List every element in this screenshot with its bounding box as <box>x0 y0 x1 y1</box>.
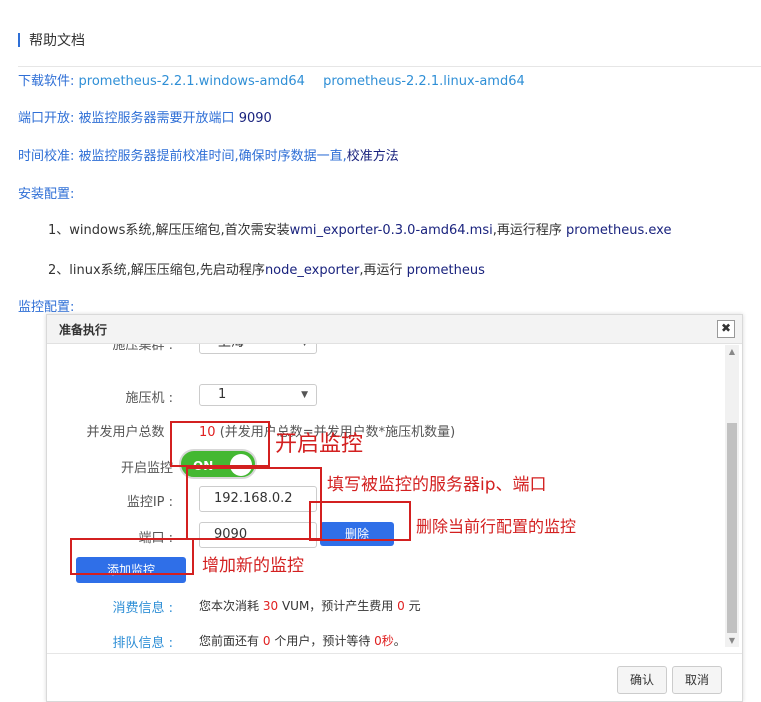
port-line: 端口开放: 被监控服务器需要开放端口 9090 <box>18 107 272 126</box>
download-line: 下载软件: prometheus-2.2.1.windows-amd64 pro… <box>18 70 525 89</box>
prometheus-link[interactable]: prometheus <box>402 263 485 278</box>
scroll-up-icon[interactable]: ▲ <box>728 348 736 356</box>
step2-mid: ,再运行 <box>359 263 403 278</box>
step2-prefix: 2、linux系统,解压压缩包,先启动程序 <box>48 263 265 278</box>
queue-info-text: 您前面还有 0 个用户，预计等待 0秒。 <box>199 632 406 649</box>
cluster-label: 施压集群 : <box>112 344 173 353</box>
dialog-header: 准备执行 ✖ <box>47 315 742 344</box>
prometheus-exe-link[interactable]: prometheus.exe <box>562 223 671 238</box>
time-sync-label: 时间校准: <box>18 149 75 164</box>
cost-info-text: 您本次消耗 30 VUM，预计产生费用 0 元 <box>199 597 421 614</box>
confirm-button[interactable]: 确认 <box>617 666 667 694</box>
queue-prefix: 您前面还有 <box>199 634 260 648</box>
cost-info-label: 消费信息 : <box>112 601 173 616</box>
scrollbar-thumb[interactable] <box>727 423 737 633</box>
queue-mid: 个用户，预计等待 <box>274 634 371 648</box>
annotation-enable-monitor: 开启监控 <box>275 432 364 457</box>
cost-suffix: 元 <box>408 599 421 613</box>
monitor-config-label: 监控配置: <box>18 300 75 315</box>
cancel-button[interactable]: 取消 <box>672 666 722 694</box>
windows-download-link[interactable]: prometheus-2.2.1.windows-amd64 <box>79 74 305 89</box>
queue-wait: 0秒 <box>374 634 394 648</box>
scroll-down-icon[interactable]: ▼ <box>728 637 736 645</box>
cluster-select-value: 上海 <box>218 344 244 350</box>
annotation-fill-ip-port: 填写被监控的服务器ip、端口 <box>327 475 547 495</box>
chevron-down-icon: ▼ <box>301 344 308 353</box>
port-label: 端口开放: <box>18 111 75 126</box>
monitor-ip-label: 监控IP : <box>126 495 173 510</box>
cost-fee: 0 <box>397 599 405 613</box>
cost-mid: VUM，预计产生费用 <box>281 599 394 613</box>
machine-select[interactable]: 1 ▼ <box>199 384 317 406</box>
port-text: 被监控服务器需要开放端口 <box>78 111 235 126</box>
download-label: 下载软件: <box>18 74 75 89</box>
linux-download-link[interactable]: prometheus-2.2.1.linux-amd64 <box>323 74 525 89</box>
queue-suffix: 。 <box>393 634 406 648</box>
toggle-highlight-box <box>170 421 270 467</box>
cost-prefix: 您本次消耗 <box>199 599 260 613</box>
wmi-exporter-link[interactable]: wmi_exporter-0.3.0-amd64.msi <box>290 223 493 238</box>
port-value: 9090 <box>238 111 272 126</box>
install-label: 安装配置: <box>18 187 75 202</box>
dialog-footer-divider <box>47 653 742 654</box>
section-title-text: 帮助文档 <box>29 33 85 49</box>
chevron-down-icon: ▼ <box>301 390 308 400</box>
annotation-add-new: 增加新的监控 <box>202 556 304 576</box>
concurrent-users-label: 并发用户总数 : <box>86 425 173 440</box>
install-step-1: 1、windows系统,解压压缩包,首次需安装wmi_exporter-0.3.… <box>48 219 671 238</box>
divider <box>18 66 761 67</box>
node-exporter-link[interactable]: node_exporter <box>265 263 359 278</box>
calibration-method-link[interactable]: 校准方法 <box>347 149 399 164</box>
dialog-title: 准备执行 <box>59 323 108 337</box>
close-icon[interactable]: ✖ <box>717 320 735 338</box>
queue-users: 0 <box>262 634 271 648</box>
step1-mid: ,再运行程序 <box>492 223 562 238</box>
add-highlight-box <box>70 538 194 575</box>
enable-monitor-label: 开启监控 <box>120 461 173 476</box>
delete-highlight-box <box>309 501 411 541</box>
queue-info-label: 排队信息 : <box>112 636 173 650</box>
machine-select-value: 1 <box>218 387 227 402</box>
machine-label: 施压机 : <box>125 391 173 406</box>
section-title: 帮助文档 <box>18 30 85 50</box>
step1-prefix: 1、windows系统,解压压缩包,首次需安装 <box>48 223 290 238</box>
cost-vum: 30 <box>262 599 279 613</box>
time-sync-line: 时间校准: 被监控服务器提前校准时间,确保时序数据一直,校准方法 <box>18 145 399 164</box>
cluster-select[interactable]: 上海 ▼ <box>199 344 317 354</box>
ip-port-highlight-box <box>186 467 322 540</box>
title-accent-bar <box>18 33 20 47</box>
time-sync-text: 被监控服务器提前校准时间,确保时序数据一直, <box>78 149 347 164</box>
dialog-body: 施压集群 : 上海▼ 施压机 : 1▼ 并发用户总数 : 10 (并发用户总数=… <box>47 344 723 650</box>
install-step-2: 2、linux系统,解压压缩包,先启动程序node_exporter,再运行 p… <box>48 259 485 278</box>
annotation-delete-current: 删除当前行配置的监控 <box>416 517 577 536</box>
